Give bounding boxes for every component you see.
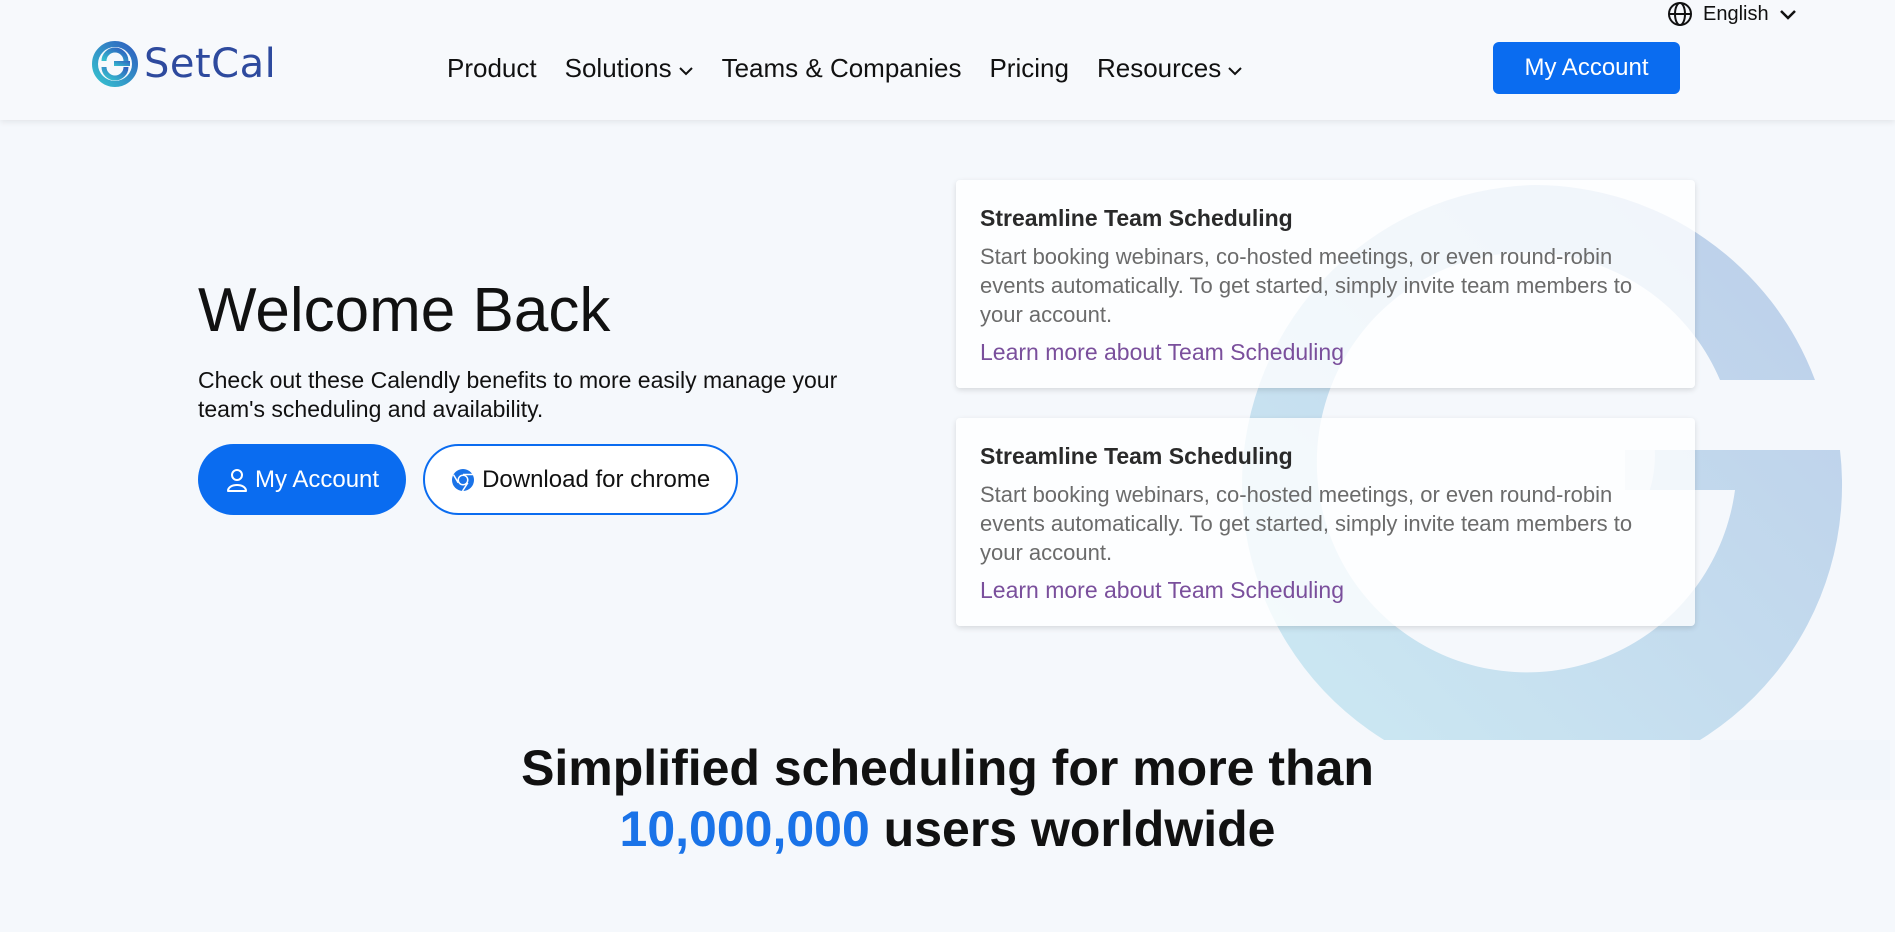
nav-teams-companies[interactable]: Teams & Companies bbox=[722, 53, 962, 84]
main-nav: Product Solutions Teams & Companies Pric… bbox=[447, 50, 1243, 86]
stats-heading: Simplified scheduling for more than 10,0… bbox=[0, 738, 1895, 860]
nav-label: Solutions bbox=[564, 52, 672, 83]
logo-text: SetCal bbox=[144, 41, 277, 87]
nav-solutions[interactable]: Solutions bbox=[565, 53, 694, 84]
stats-suffix: users worldwide bbox=[869, 801, 1276, 857]
user-icon bbox=[227, 468, 247, 492]
chevron-down-icon bbox=[678, 66, 693, 75]
nav-resources[interactable]: Resources bbox=[1097, 53, 1243, 84]
nav-label: Product bbox=[447, 52, 537, 83]
site-header: SetCal English Product Solutions Teams &… bbox=[0, 0, 1895, 120]
hero-buttons: My Account Download for chrome bbox=[198, 444, 739, 515]
chrome-icon bbox=[452, 468, 475, 491]
nav-label: Pricing bbox=[989, 52, 1069, 83]
globe-icon bbox=[1668, 2, 1692, 26]
card-title: Streamline Team Scheduling bbox=[980, 205, 1293, 231]
card-body: Start booking webinars, co-hosted meetin… bbox=[980, 244, 1633, 327]
download-chrome-button[interactable]: Download for chrome bbox=[423, 444, 739, 515]
hero-description: Check out these Calendly benefits to mor… bbox=[198, 367, 838, 422]
nav-label: Teams & Companies bbox=[721, 52, 962, 83]
user-count: 10,000,000 bbox=[619, 801, 870, 857]
language-label: English bbox=[1703, 2, 1769, 25]
feature-card: Streamline Team Scheduling Start booking… bbox=[956, 418, 1695, 626]
header-my-account-button[interactable]: My Account bbox=[1493, 42, 1680, 94]
feature-card: Streamline Team Scheduling Start booking… bbox=[956, 180, 1695, 388]
nav-pricing[interactable]: Pricing bbox=[989, 53, 1068, 84]
setcal-logo-icon bbox=[92, 41, 138, 87]
hero-title: Welcome Back bbox=[198, 276, 611, 345]
nav-product[interactable]: Product bbox=[447, 53, 537, 84]
button-label: Download for chrome bbox=[482, 465, 711, 493]
card-learn-more-link[interactable]: Learn more about Team Scheduling bbox=[980, 339, 1344, 365]
stats-line-2: 10,000,000 users worldwide bbox=[0, 799, 1895, 860]
stats-line-1: Simplified scheduling for more than bbox=[521, 740, 1374, 796]
language-selector[interactable]: English bbox=[1667, 0, 1797, 28]
button-label: My Account bbox=[255, 465, 380, 493]
logo-link[interactable]: SetCal bbox=[90, 38, 276, 90]
card-learn-more-link[interactable]: Learn more about Team Scheduling bbox=[980, 577, 1344, 603]
chevron-down-icon bbox=[1228, 66, 1242, 75]
page: SetCal English Product Solutions Teams &… bbox=[0, 0, 1895, 932]
card-title: Streamline Team Scheduling bbox=[980, 443, 1293, 469]
chevron-down-icon bbox=[1779, 10, 1796, 20]
hero-my-account-button[interactable]: My Account bbox=[198, 444, 407, 515]
nav-label: Resources bbox=[1096, 52, 1222, 83]
card-body: Start booking webinars, co-hosted meetin… bbox=[980, 482, 1633, 565]
